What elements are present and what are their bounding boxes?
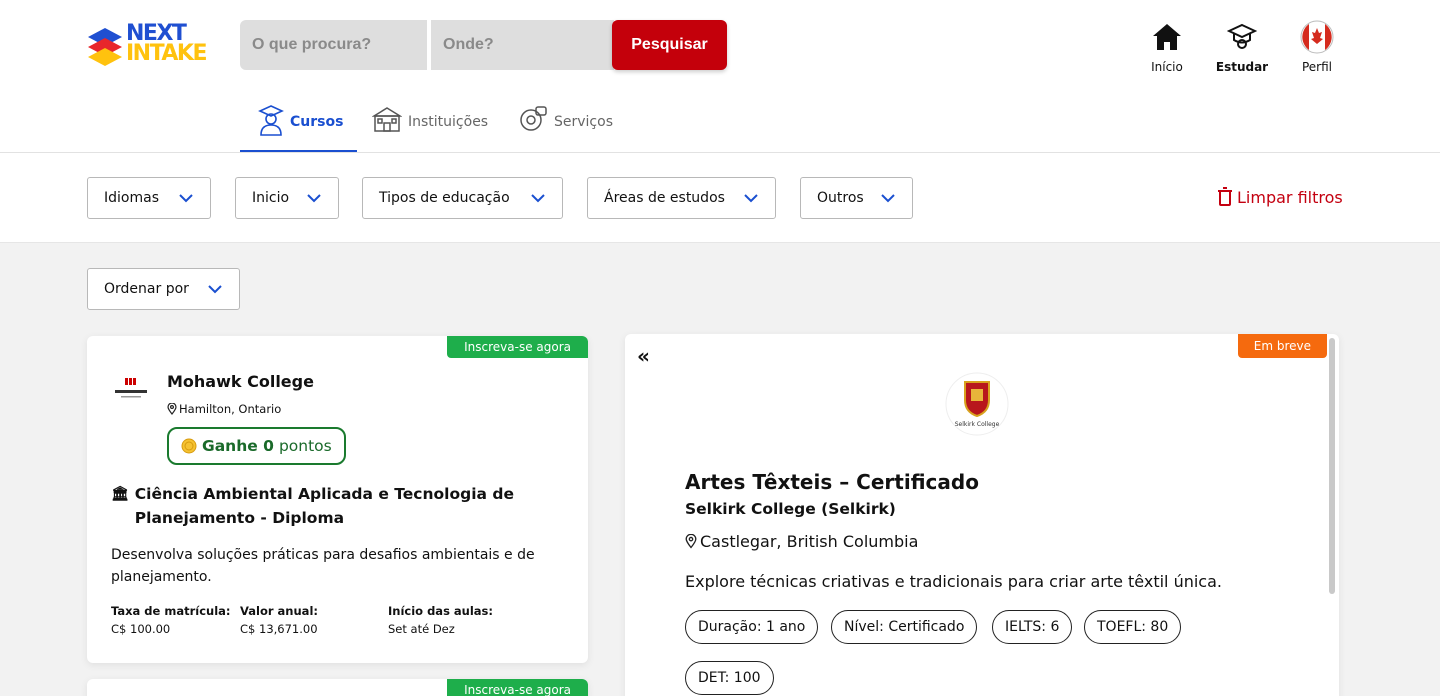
pill-level: Nível: Certificado (831, 610, 978, 644)
tab-instituicoes[interactable]: Instituições (371, 104, 489, 152)
location-text: Hamilton, Ontario (179, 402, 282, 416)
pill-toefl: TOEFL: 80 (1084, 610, 1182, 644)
points-label: pontos (278, 437, 332, 455)
fee-value: C$ 13,671.00 (240, 622, 318, 636)
nav-label: Início (1151, 60, 1183, 74)
chevron-down-icon (179, 194, 193, 203)
fee-label: Taxa de matrícula: (111, 604, 231, 618)
header: NEXT INTAKE O que procura? Onde? Pesquis… (0, 0, 1440, 153)
filter-label: Inicio (252, 190, 290, 206)
home-icon (1132, 20, 1202, 54)
nav-inicio[interactable]: Início (1132, 20, 1202, 74)
filter-label: Áreas de estudos (604, 190, 725, 206)
pill-ielts: IELTS: 6 (992, 610, 1073, 644)
course-description: Desenvolva soluções práticas para desafi… (111, 547, 535, 585)
enroll-badge: Inscreva-se agora (447, 336, 588, 358)
filter-idiomas[interactable]: Idiomas (87, 177, 211, 219)
student-icon (258, 104, 284, 140)
detail-description: Explore técnicas criativas e tradicionai… (685, 572, 1222, 591)
course-title-text: Ciência Ambiental Aplicada e Tecnologia … (134, 485, 515, 527)
points-badge: Ganhe 0 pontos (167, 427, 346, 465)
mohawk-logo (111, 376, 151, 404)
chevron-down-icon (307, 194, 321, 203)
chevron-down-icon (531, 194, 545, 203)
sort-label: Ordenar por (104, 281, 189, 297)
fee-label: Valor anual: (240, 604, 318, 618)
course-card[interactable]: Inscreva-se agora (87, 679, 588, 696)
scrollbar[interactable] (1329, 338, 1335, 594)
tab-label: Instituições (408, 114, 489, 130)
fee-label: Início das aulas: (388, 604, 494, 618)
filter-areas-estudos[interactable]: Áreas de estudos (587, 177, 776, 219)
chevron-down-icon (744, 194, 758, 203)
nav-estudar[interactable]: Estudar (1207, 20, 1277, 74)
filter-label: Idiomas (104, 190, 159, 206)
detail-course-title: Artes Têxteis – Certificado (685, 470, 979, 494)
fee-tuition: Taxa de matrícula: C$ 100.00 (111, 604, 231, 636)
next-intake-logo[interactable]: NEXT INTAKE (86, 23, 226, 68)
location-pin-icon (167, 403, 177, 415)
filter-bar: Idiomas Inicio Tipos de educação Áreas d… (0, 153, 1440, 243)
chevron-down-icon (208, 285, 222, 294)
search-where-input[interactable]: Onde? (431, 20, 614, 70)
fee-value: Set até Dez (388, 622, 455, 636)
logo-line2: INTAKE (126, 41, 208, 66)
nav-label: Estudar (1215, 60, 1269, 74)
location-pin-icon (685, 534, 697, 549)
trash-icon (1218, 187, 1232, 206)
clear-filters-label: Limpar filtros (1237, 187, 1343, 207)
filter-label: Outros (817, 190, 864, 206)
pill-duration: Duração: 1 ano (685, 610, 819, 644)
location-text: Castlegar, British Columbia (700, 532, 919, 551)
fee-annual: Valor anual: C$ 13,671.00 (240, 604, 318, 636)
sort-dropdown[interactable]: Ordenar por (87, 268, 240, 310)
institution-location: Hamilton, Ontario (167, 402, 281, 416)
canada-flag-avatar (1282, 20, 1352, 54)
tab-cursos[interactable]: Cursos (240, 104, 357, 152)
school-building-icon (371, 104, 403, 138)
clear-filters-button[interactable]: Limpar filtros (1217, 187, 1343, 207)
course-card[interactable]: Inscreva-se agora Mohawk College Hamilto… (87, 336, 588, 663)
filter-inicio[interactable]: Inicio (235, 177, 339, 219)
fee-value: C$ 100.00 (111, 622, 171, 636)
points-value: Ganhe 0 (202, 437, 274, 455)
pill-det: DET: 100 (685, 661, 774, 695)
search-button[interactable]: Pesquisar (612, 20, 727, 70)
tab-label: Serviços (554, 114, 613, 130)
services-icon (518, 104, 548, 138)
svg-text:Selkirk College: Selkirk College (955, 421, 1000, 428)
nav-label: Perfil (1301, 60, 1333, 74)
collapse-panel-icon[interactable]: « (637, 344, 650, 368)
course-detail-panel: « Em breve Selkirk College Artes Têxteis… (625, 334, 1339, 696)
filter-outros[interactable]: Outros (800, 177, 913, 219)
coming-soon-badge: Em breve (1237, 334, 1327, 358)
tab-label: Cursos (290, 114, 344, 130)
fee-start: Início das aulas: Set até Dez (388, 604, 493, 636)
graduation-icon (1207, 20, 1277, 54)
nav-perfil[interactable]: Perfil (1282, 20, 1352, 74)
filter-tipos-educacao[interactable]: Tipos de educação (362, 177, 563, 219)
tab-servicos[interactable]: Serviços (518, 104, 613, 152)
detail-institution[interactable]: Selkirk College (Selkirk) (685, 500, 896, 518)
search-what-input[interactable]: O que procura? (240, 20, 427, 70)
chevron-down-icon (881, 194, 895, 203)
enroll-badge: Inscreva-se agora (447, 679, 588, 696)
selkirk-logo: Selkirk College (945, 372, 1009, 436)
institution-building-icon: 🏛 (111, 486, 129, 502)
coin-icon (181, 438, 197, 454)
detail-location: Castlegar, British Columbia (685, 532, 918, 551)
course-title[interactable]: 🏛 Ciência Ambiental Aplicada e Tecnologi… (111, 482, 571, 530)
filter-label: Tipos de educação (379, 190, 510, 206)
institution-name[interactable]: Mohawk College (167, 372, 314, 391)
